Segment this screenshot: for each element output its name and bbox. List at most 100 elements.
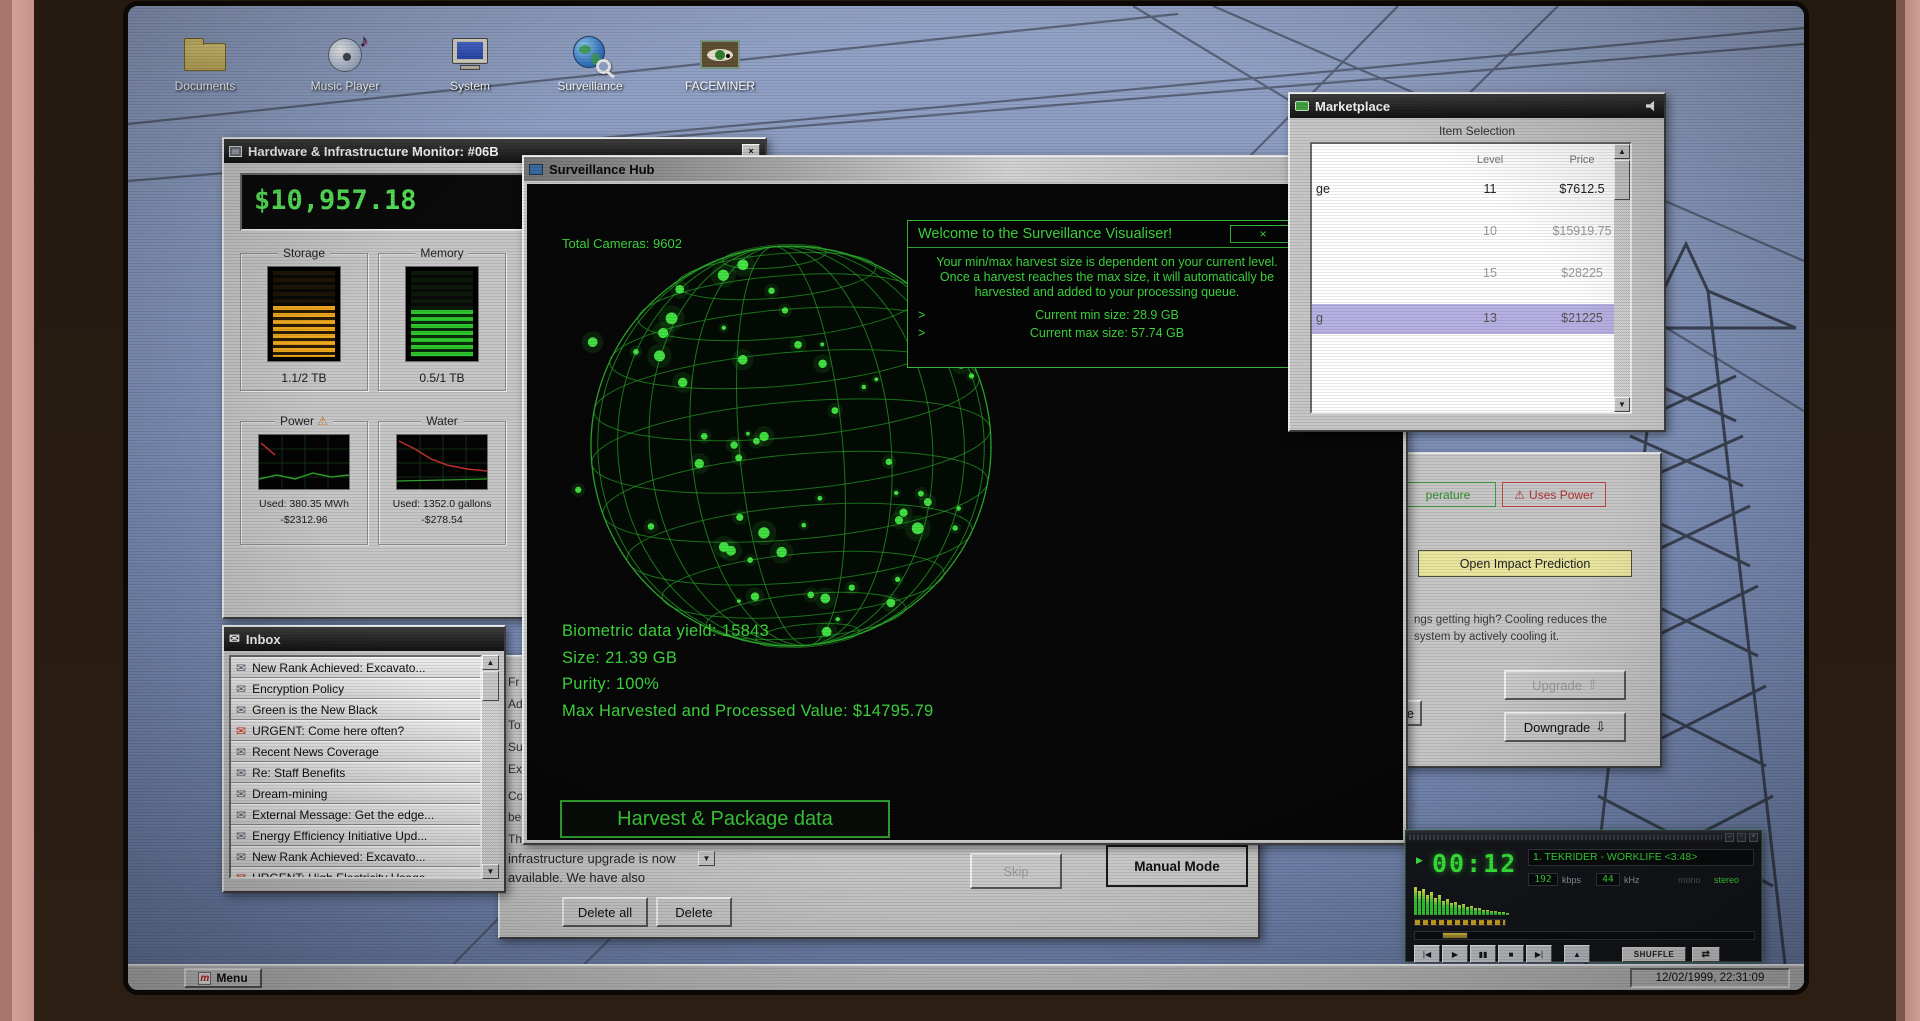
storage-value: 1.1/2 TB [281, 371, 327, 385]
marketplace-window: Marketplace Item Selection Level Price g… [1288, 92, 1666, 432]
desktop-icon-music-player[interactable]: ♪ Music Player [297, 31, 393, 93]
speaker-icon[interactable] [1646, 100, 1655, 112]
surveillance-titlebar[interactable]: Surveillance Hub – ▢ × [524, 157, 1406, 181]
mail-row[interactable]: ✉ Energy Efficiency Initiative Upd... [231, 825, 480, 846]
icon-label: FACEMINER [684, 79, 755, 93]
min-size-row: > Current min size: 28.9 GB [918, 308, 1179, 322]
taskbar: m Menu 12/02/1999, 22:31:09 [128, 964, 1804, 990]
stereo-indicator: stereo [1714, 875, 1740, 885]
envelope-icon: ✉ [236, 702, 247, 717]
desktop-icon-surveillance[interactable]: Surveillance [542, 34, 638, 93]
mail-row[interactable]: ✉ Re: Staff Benefits [231, 762, 480, 783]
mail-row[interactable]: ✉ Recent News Coverage [231, 741, 480, 762]
desktop-icon-system[interactable]: System [422, 34, 518, 93]
mail-list: ✉ New Rank Achieved: Excavato... ✉ Encrypt… [229, 655, 482, 879]
harvest-purity: Purity: 100% [562, 675, 660, 693]
water-graph [396, 434, 488, 490]
envelope-icon: ✉ [236, 765, 247, 780]
item-level: 10 [1483, 224, 1497, 238]
marketplace-scrollbar[interactable]: ▲ ▼ [1614, 144, 1630, 412]
shade-icon[interactable]: ▫ [1737, 833, 1746, 842]
delete-button[interactable]: Delete [656, 897, 732, 927]
max-size-row: > Current max size: 57.74 GB [918, 326, 1185, 340]
volume-meter[interactable] [1414, 919, 1506, 926]
shuffle-toggle[interactable]: SHUFFLE [1622, 947, 1686, 962]
transport-stop-button[interactable]: ■ [1498, 945, 1524, 963]
transport-previous-button[interactable]: |◀ [1414, 945, 1440, 963]
skip-button[interactable]: Skip [970, 853, 1062, 889]
transport-play-button[interactable]: ▶ [1442, 945, 1468, 963]
track-title[interactable]: 1. TEKRIDER - WORKLIFE <3:48> [1528, 849, 1754, 866]
transport-pause-button[interactable]: ▮▮ [1470, 945, 1496, 963]
inbox-titlebar[interactable]: ✉ Inbox [224, 627, 504, 651]
menu-button[interactable]: m Menu [184, 968, 262, 988]
upgrade-button[interactable]: Upgrade ⇧ [1504, 670, 1626, 700]
seek-handle[interactable] [1442, 932, 1469, 939]
dialog-close-button[interactable]: × [1230, 225, 1296, 243]
memory-group: Memory 0.5/1 TB [378, 246, 506, 391]
water-used: Used: 1352.0 gallons [392, 498, 492, 510]
marketplace-titlebar[interactable]: Marketplace [1290, 94, 1664, 118]
mail-row[interactable]: ✉ New Rank Achieved: Excavato... [231, 657, 480, 678]
email-body-line: available. We have also [508, 870, 646, 885]
envelope-icon: ✉ [236, 681, 247, 696]
warning-icon: ⚠ [1514, 487, 1526, 502]
scroll-up-button[interactable]: ▲ [482, 655, 499, 670]
max-size: Current max size: 57.74 GB [1029, 326, 1185, 340]
transport-next-button[interactable]: ▶| [1526, 945, 1552, 963]
email-field-fragment: Ex [508, 762, 523, 776]
mail-row[interactable]: ✉ URGENT: High Electricity Usage [231, 867, 480, 877]
scrollbar-thumb[interactable] [1614, 160, 1630, 200]
envelope-urgent-icon: ✉ [236, 723, 247, 738]
email-field-fragment: Ad [508, 697, 523, 711]
desktop-icon-documents[interactable]: Documents [157, 34, 253, 93]
scrollbar-thumb[interactable] [482, 671, 499, 701]
water-group: Water Used: 1352.0 gallons -$278.54 [378, 414, 506, 545]
eject-button[interactable]: ▲ [1564, 945, 1590, 963]
item-level: 11 [1483, 182, 1497, 196]
mail-row[interactable]: ✉ URGENT: Come here often? [231, 720, 480, 741]
inbox-scrollbar[interactable]: ▲ ▼ [482, 655, 499, 879]
icon-label: Music Player [310, 79, 380, 93]
scroll-down-button[interactable]: ▼ [1614, 397, 1630, 412]
bezel-right-inner [1896, 0, 1905, 1021]
surveillance-viewport: Total Cameras: 9602 Welcome to the Surve… [527, 184, 1403, 840]
item-price: $21225 [1561, 311, 1603, 325]
memory-gauge [405, 266, 479, 362]
window-title: Hardware & Infrastructure Monitor: #06B [248, 143, 499, 159]
envelope-icon: ✉ [236, 807, 247, 822]
manual-mode-button[interactable]: Manual Mode [1106, 845, 1248, 887]
minimize-icon[interactable]: – [1725, 833, 1734, 842]
scroll-up-button[interactable]: ▲ [1614, 144, 1630, 159]
close-icon[interactable]: × [1749, 833, 1758, 842]
os-logo-icon: m [198, 971, 212, 985]
repeat-toggle[interactable]: ⇄ [1692, 947, 1720, 962]
mail-row[interactable]: ✉ New Rank Achieved: Excavato... [231, 846, 480, 867]
mail-row[interactable]: ✉ Green is the New Black [231, 699, 480, 720]
samplerate-value: 44 [1596, 873, 1620, 886]
total-cameras: Total Cameras: 9602 [562, 236, 682, 251]
harvest-package-button[interactable]: Harvest & Package data [560, 800, 890, 838]
scroll-down-button[interactable]: ▼ [698, 851, 715, 866]
open-impact-prediction-button[interactable]: Open Impact Prediction [1418, 550, 1632, 577]
harvest-size: Size: 21.39 GB [562, 649, 678, 667]
titlebar-grip[interactable] [1409, 835, 1722, 840]
seek-slider[interactable] [1414, 931, 1755, 940]
marketplace-icon [1295, 101, 1309, 111]
mail-row[interactable]: ✉ Dream-mining [231, 783, 480, 804]
desktop-icon-faceminer[interactable]: FACEMINER [672, 34, 768, 93]
scroll-down-button[interactable]: ▼ [482, 864, 499, 879]
item-table: Level Price ge 11 $7612.5 10 $15919.75 1… [1310, 142, 1632, 414]
player-titlebar[interactable]: – ▫ × [1406, 831, 1761, 844]
delete-all-button[interactable]: Delete all [562, 897, 648, 927]
envelope-icon: ✉ [229, 631, 240, 646]
downgrade-button[interactable]: Downgrade ⇩ [1504, 712, 1626, 742]
mail-row[interactable]: ✉ External Message: Get the edge... [231, 804, 480, 825]
water-cost: -$278.54 [421, 514, 463, 526]
bezel-left-inner [12, 0, 34, 1021]
mail-row[interactable]: ✉ Encryption Policy [231, 678, 480, 699]
magnifier-icon [596, 59, 611, 74]
harvest-value: Max Harvested and Processed Value: $1479… [562, 702, 934, 720]
crt-monitor: Documents ♪ Music Player System Surveill… [0, 0, 1920, 1021]
power-warning-icon: ⚠ [317, 414, 329, 428]
